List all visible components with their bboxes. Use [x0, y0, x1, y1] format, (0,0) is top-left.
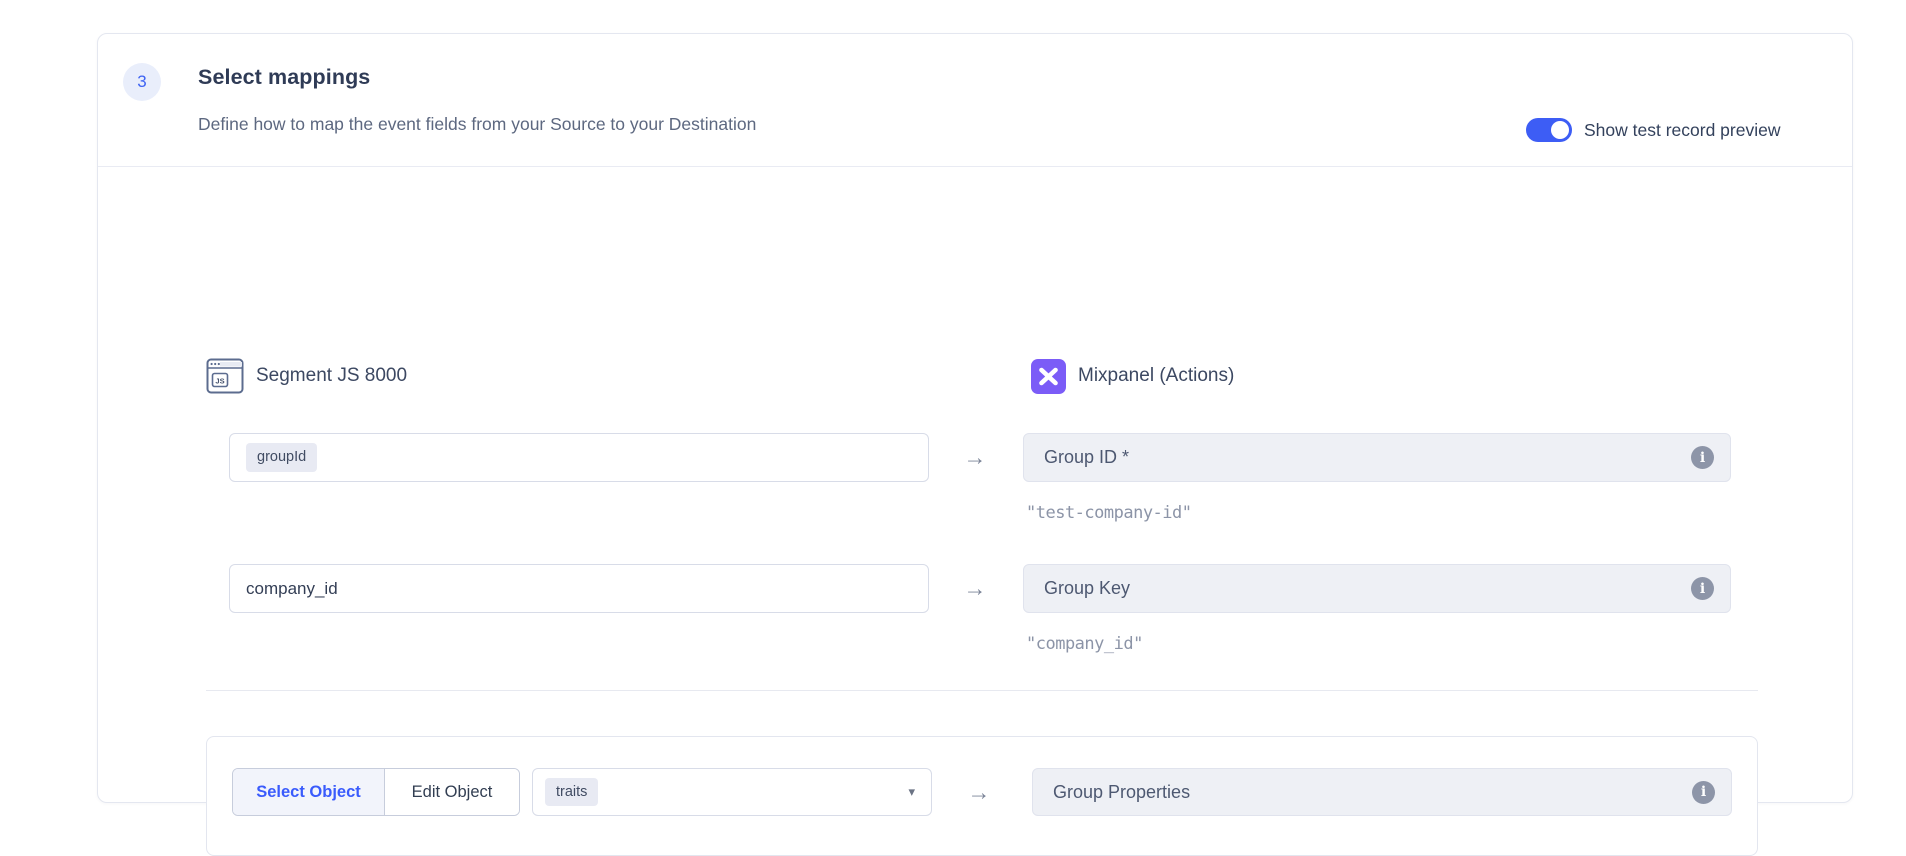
test-record-preview-value: "company_id" [1026, 634, 1143, 658]
test-record-preview-value: "test-company-id" [1026, 503, 1192, 527]
edit-object-button[interactable]: Edit Object [385, 769, 519, 815]
toggle-knob-icon [1551, 121, 1569, 139]
step-number-badge: 3 [123, 63, 161, 101]
section-divider [206, 690, 1758, 691]
object-source-dropdown[interactable]: traits ▾ [532, 768, 932, 816]
source-field-text: company_id [246, 579, 338, 599]
dest-field-label: Group Key [1044, 578, 1130, 599]
svg-text:JS: JS [215, 376, 224, 385]
mixpanel-icon [1031, 359, 1066, 394]
info-icon[interactable]: i [1691, 577, 1714, 600]
card-header: 3 Select mappings Define how to map the … [98, 34, 1852, 167]
arrow-right-icon: → [955, 564, 995, 613]
arrow-right-icon: → [955, 433, 995, 482]
info-icon[interactable]: i [1691, 446, 1714, 469]
destination-endpoint: Mixpanel (Actions) [1031, 357, 1234, 395]
dest-field-label: Group Properties [1053, 782, 1190, 803]
show-test-record-preview-toggle[interactable] [1526, 118, 1572, 142]
dropdown-value-chip: traits [545, 778, 598, 807]
dest-field-group-properties[interactable]: Group Properties i [1032, 768, 1732, 816]
source-field-input-groupid[interactable]: groupId [229, 433, 929, 482]
source-name: Segment JS 8000 [256, 365, 407, 387]
segment-js-source-icon: JS [206, 358, 244, 394]
toggle-label: Show test record preview [1584, 120, 1780, 141]
test-record-preview-control: Show test record preview [1526, 118, 1780, 142]
destination-name: Mixpanel (Actions) [1078, 365, 1234, 387]
dest-field-group-key[interactable]: Group Key i [1023, 564, 1731, 613]
object-mode-button-group: Select Object Edit Object [232, 768, 520, 816]
page-subtitle: Define how to map the event fields from … [198, 114, 756, 135]
info-icon[interactable]: i [1692, 781, 1715, 804]
page-title: Select mappings [198, 65, 370, 90]
chevron-down-icon: ▾ [908, 784, 915, 800]
source-endpoint: JS Segment JS 8000 [206, 357, 407, 395]
dest-field-label: Group ID * [1044, 447, 1129, 468]
source-field-input-company-id[interactable]: company_id [229, 564, 929, 613]
dest-field-group-id[interactable]: Group ID * i [1023, 433, 1731, 482]
select-object-button[interactable]: Select Object [233, 769, 385, 815]
select-mappings-card: 3 Select mappings Define how to map the … [97, 33, 1853, 803]
source-field-chip[interactable]: groupId [246, 443, 317, 472]
arrow-right-icon: → [959, 768, 999, 816]
object-mapping-box: Select Object Edit Object traits ▾ → Gro… [206, 736, 1758, 856]
